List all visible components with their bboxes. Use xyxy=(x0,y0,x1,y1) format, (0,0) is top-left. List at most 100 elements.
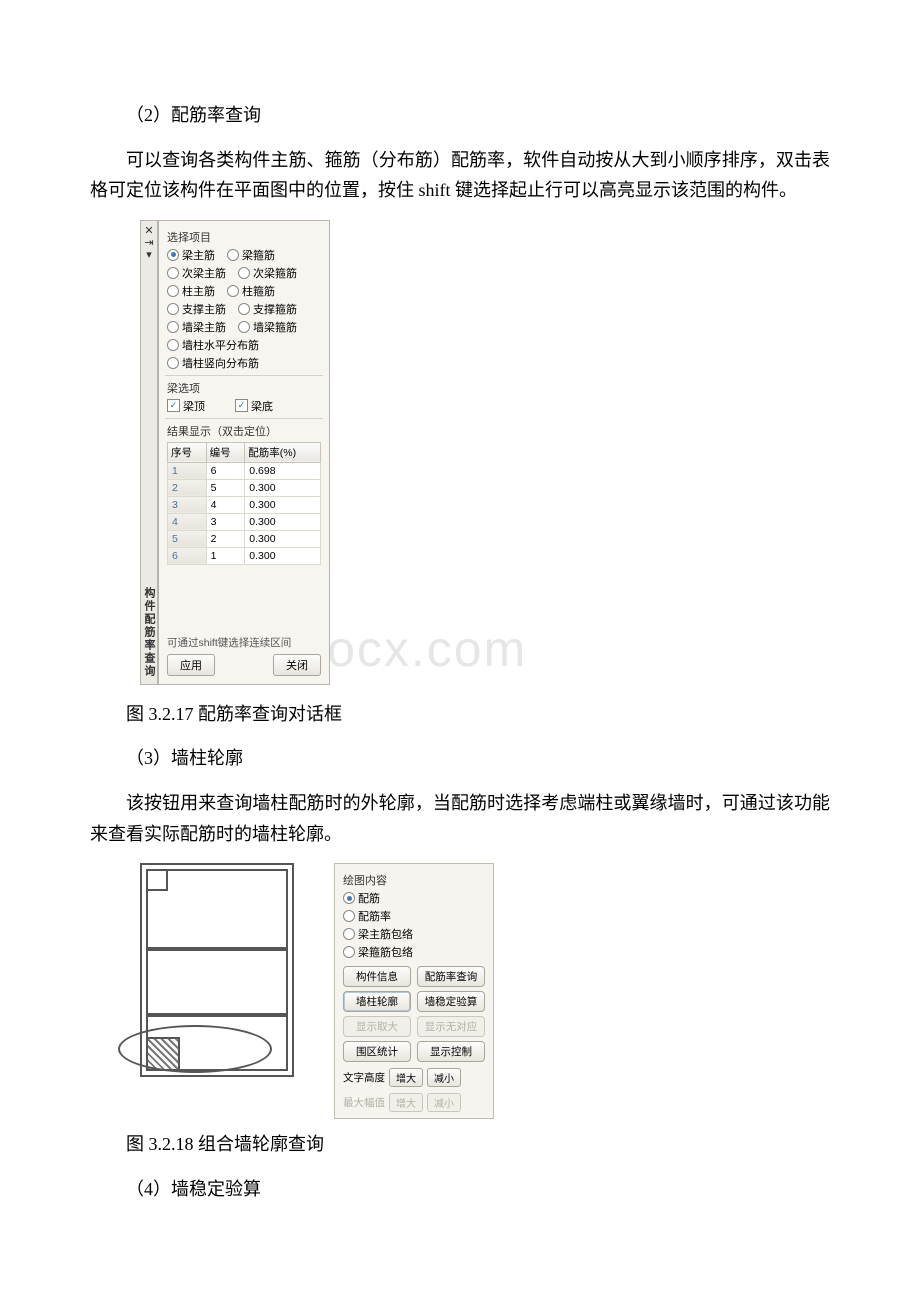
th-index[interactable]: 序号 xyxy=(168,442,207,462)
btn-ratio-query[interactable]: 配筋率查询 xyxy=(417,966,485,987)
ratio-query-dialog: 选择项目 梁主筋 梁箍筋 次梁主筋 次梁箍筋 柱主筋 柱箍筋 支撑主筋 支撑箍筋… xyxy=(158,220,330,685)
radio-label: 柱箍筋 xyxy=(242,283,275,299)
hint-text: 可通过shift键选择连续区间 xyxy=(167,635,321,650)
radio-label: 梁箍筋 xyxy=(242,247,275,263)
radio-peijinlv[interactable]: 配筋率 xyxy=(343,908,485,924)
radio-brace-main[interactable]: 支撑主筋 xyxy=(167,301,226,317)
check-label: 梁底 xyxy=(251,398,273,414)
btn-member-info[interactable]: 构件信息 xyxy=(343,966,411,987)
radio-label: 梁主筋包络 xyxy=(358,926,413,942)
group-select-item: 选择项目 xyxy=(167,229,321,245)
table-row[interactable]: 160.698 xyxy=(168,462,321,479)
cell: 0.300 xyxy=(245,496,321,513)
wall-outline-diagram xyxy=(140,863,294,1077)
radio-wallcol-v[interactable]: 墙柱竖向分布筋 xyxy=(167,355,259,371)
check-beam-top[interactable]: ✓梁顶 xyxy=(167,398,205,414)
cell: 5 xyxy=(168,530,207,547)
cell: 0.300 xyxy=(245,513,321,530)
label-max-amp: 最大幅值 xyxy=(343,1095,385,1110)
cell: 0.300 xyxy=(245,530,321,547)
radio-brace-stirrup[interactable]: 支撑箍筋 xyxy=(238,301,297,317)
radio-secbeam-main[interactable]: 次梁主筋 xyxy=(167,265,226,281)
th-ratio[interactable]: 配筋率(%) xyxy=(245,442,321,462)
cell: 0.300 xyxy=(245,547,321,564)
table-row[interactable]: 520.300 xyxy=(168,530,321,547)
dialog-vertical-title: 构件配筋率查询 xyxy=(141,587,157,678)
radio-label: 配筋率 xyxy=(358,908,391,924)
radio-col-main[interactable]: 柱主筋 xyxy=(167,283,215,299)
btn-textheight-inc[interactable]: 增大 xyxy=(389,1068,423,1087)
radio-env-main[interactable]: 梁主筋包络 xyxy=(343,926,485,942)
btn-maxamp-inc: 增大 xyxy=(389,1093,423,1112)
radio-beam-main[interactable]: 梁主筋 xyxy=(167,247,215,263)
cell: 4 xyxy=(168,513,207,530)
radio-label: 墙柱水平分布筋 xyxy=(182,337,259,353)
table-row[interactable]: 250.300 xyxy=(168,479,321,496)
radio-wallcol-h[interactable]: 墙柱水平分布筋 xyxy=(167,337,259,353)
dialog-figure-1: ✕ ⇥ ▾ 构件配筋率查询 选择项目 梁主筋 梁箍筋 次梁主筋 次梁箍筋 柱主筋… xyxy=(140,220,830,685)
check-label: 梁顶 xyxy=(183,398,205,414)
radio-peijin[interactable]: 配筋 xyxy=(343,890,485,906)
cell: 2 xyxy=(206,530,245,547)
cell: 3 xyxy=(168,496,207,513)
radio-label: 梁主筋 xyxy=(182,247,215,263)
radio-env-stirrup[interactable]: 梁箍筋包络 xyxy=(343,944,485,960)
figure-caption-1: 图 3.2.17 配筋率查询对话框 xyxy=(90,699,830,730)
cell: 5 xyxy=(206,479,245,496)
cell: 0.300 xyxy=(245,479,321,496)
draw-content-panel: 绘图内容 配筋 配筋率 梁主筋包络 梁箍筋包络 构件信息 配筋率查询 墙柱轮廓 … xyxy=(334,863,494,1119)
btn-textheight-dec[interactable]: 减小 xyxy=(427,1068,461,1087)
btn-wall-outline[interactable]: 墙柱轮廓 xyxy=(343,991,411,1012)
apply-button[interactable]: 应用 xyxy=(167,654,215,676)
radio-label: 配筋 xyxy=(358,890,380,906)
group-beam-option: 梁选项 xyxy=(167,380,321,396)
table-row[interactable]: 430.300 xyxy=(168,513,321,530)
btn-zone-stat[interactable]: 围区统计 xyxy=(343,1041,411,1062)
pin-icon[interactable]: ⇥ xyxy=(144,237,153,249)
radio-wallbeam-main[interactable]: 墙梁主筋 xyxy=(167,319,226,335)
figure-2: 绘图内容 配筋 配筋率 梁主筋包络 梁箍筋包络 构件信息 配筋率查询 墙柱轮廓 … xyxy=(140,863,830,1119)
table-row[interactable]: 340.300 xyxy=(168,496,321,513)
radio-label: 梁箍筋包络 xyxy=(358,944,413,960)
figure-caption-2: 图 3.2.18 组合墙轮廓查询 xyxy=(90,1129,830,1160)
dialog-vertical-tab: ✕ ⇥ ▾ 构件配筋率查询 xyxy=(140,220,158,685)
section-heading-3: （3）墙柱轮廓 xyxy=(90,743,830,774)
radio-label: 墙柱竖向分布筋 xyxy=(182,355,259,371)
th-id[interactable]: 编号 xyxy=(206,442,245,462)
radio-beam-stirrup[interactable]: 梁箍筋 xyxy=(227,247,275,263)
cell: 4 xyxy=(206,496,245,513)
body-paragraph-2: 该按钮用来查询墙柱配筋时的外轮廓，当配筋时选择考虑端柱或翼缘墙时，可通过该功能来… xyxy=(90,788,830,849)
cell: 3 xyxy=(206,513,245,530)
radio-label: 次梁箍筋 xyxy=(253,265,297,281)
cell: 6 xyxy=(168,547,207,564)
cell: 1 xyxy=(206,547,245,564)
btn-show-max: 显示取大 xyxy=(343,1016,411,1037)
close-button[interactable]: 关闭 xyxy=(273,654,321,676)
radio-secbeam-stirrup[interactable]: 次梁箍筋 xyxy=(238,265,297,281)
radio-label: 支撑箍筋 xyxy=(253,301,297,317)
cell: 1 xyxy=(168,462,207,479)
section-heading-2: （2）配筋率查询 xyxy=(90,100,830,131)
radio-label: 墙梁主筋 xyxy=(182,319,226,335)
group-draw-content: 绘图内容 xyxy=(343,872,485,888)
radio-label: 墙梁箍筋 xyxy=(253,319,297,335)
radio-col-stirrup[interactable]: 柱箍筋 xyxy=(227,283,275,299)
table-row[interactable]: 610.300 xyxy=(168,547,321,564)
check-beam-bottom[interactable]: ✓梁底 xyxy=(235,398,273,414)
menu-icon[interactable]: ▾ xyxy=(146,249,152,261)
radio-wallbeam-stirrup[interactable]: 墙梁箍筋 xyxy=(238,319,297,335)
cell: 6 xyxy=(206,462,245,479)
cell: 0.698 xyxy=(245,462,321,479)
btn-show-ctrl[interactable]: 显示控制 xyxy=(417,1041,485,1062)
cell: 2 xyxy=(168,479,207,496)
btn-wall-stable[interactable]: 墙稳定验算 xyxy=(417,991,485,1012)
radio-label: 支撑主筋 xyxy=(182,301,226,317)
radio-label: 次梁主筋 xyxy=(182,265,226,281)
radio-label: 柱主筋 xyxy=(182,283,215,299)
table-header-row: 序号 编号 配筋率(%) xyxy=(168,442,321,462)
section-heading-4: （4）墙稳定验算 xyxy=(90,1174,830,1205)
result-table[interactable]: 序号 编号 配筋率(%) 160.698 250.300 340.300 430… xyxy=(167,442,321,565)
close-icon[interactable]: ✕ xyxy=(144,225,153,237)
label-text-height: 文字高度 xyxy=(343,1070,385,1085)
btn-show-none: 显示无对应 xyxy=(417,1016,485,1037)
